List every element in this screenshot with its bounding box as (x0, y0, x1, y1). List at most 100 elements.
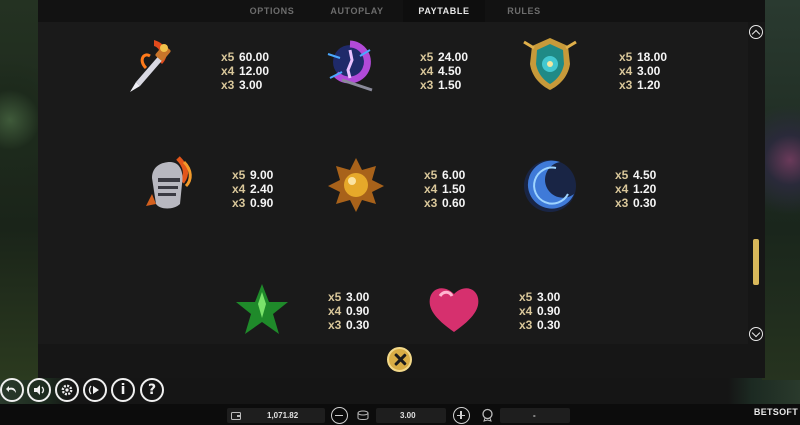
payout-value: 60.00 (239, 50, 270, 64)
info-button[interactable]: i (111, 378, 135, 402)
increase-bet-button[interactable] (453, 407, 470, 424)
paytable-entry-pays: x5 3.00 x4 0.90 x3 0.30 (328, 290, 408, 332)
win-value: - (533, 411, 536, 420)
payout-value: 18.00 (637, 50, 668, 64)
payout-value: 12.00 (239, 64, 270, 78)
close-button[interactable] (387, 347, 412, 372)
gold-sun-gem-icon (326, 154, 386, 214)
paytable-entry-pays: x5 3.00 x4 0.90 x3 0.30 (519, 290, 599, 332)
multiplier-label: x4 (519, 304, 533, 318)
green-star-gem-icon (232, 280, 292, 340)
sound-icon (34, 385, 45, 395)
multiplier-label: x5 (615, 168, 629, 182)
help-icon: ? (147, 382, 157, 398)
bottom-bar: 1,071.82 3.00 - BETSOFT (0, 404, 800, 425)
multiplier-label: x4 (619, 64, 633, 78)
blue-moon-gem-icon (520, 154, 580, 214)
multiplier-label: x3 (424, 196, 438, 210)
autoplay-icon (88, 385, 99, 395)
paytable-entry-pays: x5 9.00 x4 2.40 x3 0.90 (232, 168, 312, 210)
scroll-up-button[interactable] (749, 25, 763, 39)
multiplier-label: x5 (221, 50, 235, 64)
payout-value: 1.50 (438, 78, 462, 92)
tab-bar: OPTIONS AUTOPLAY PAYTABLE RULES (38, 0, 765, 22)
payout-value: 1.20 (637, 78, 661, 92)
settings-button[interactable] (55, 378, 79, 402)
payout-value: 3.00 (637, 64, 661, 78)
multiplier-label: x5 (420, 50, 434, 64)
balance-display: 1,071.82 (227, 408, 325, 423)
knight-helmet-icon (138, 154, 198, 214)
paytable-entry-pays: x5 4.50 x4 1.20 x3 0.30 (615, 168, 695, 210)
multiplier-label: x3 (519, 318, 533, 332)
multiplier-label: x5 (424, 168, 438, 182)
pink-heart-gem-icon (424, 278, 484, 338)
multiplier-label: x4 (221, 64, 235, 78)
paytable-content: x5 60.00 x4 12.00 x3 3.00 x5 24.00 x4 4.50 x3… (38, 22, 748, 344)
bet-value: 3.00 (400, 411, 416, 420)
balance-value: 1,071.82 (267, 411, 299, 420)
payout-value: 3.00 (537, 290, 561, 304)
tab-paytable[interactable]: PAYTABLE (403, 0, 485, 22)
multiplier-label: x3 (232, 196, 246, 210)
multiplier-label: x4 (328, 304, 342, 318)
payout-value: 0.90 (346, 304, 370, 318)
background-art-right (762, 0, 800, 380)
multiplier-label: x3 (328, 318, 342, 332)
multiplier-label: x5 (519, 290, 533, 304)
trophy-icon (482, 408, 493, 422)
multiplier-label: x5 (619, 50, 633, 64)
payout-value: 0.60 (442, 196, 466, 210)
help-button[interactable]: ? (140, 378, 164, 402)
paytable-scrollbar[interactable] (748, 22, 765, 344)
paytable-entry-pays: x5 60.00 x4 12.00 x3 3.00 (221, 50, 301, 92)
payout-value: 0.30 (346, 318, 370, 332)
paytable-entry-pays: x5 24.00 x4 4.50 x3 1.50 (420, 50, 500, 92)
scroll-thumb[interactable] (753, 238, 759, 285)
multiplier-label: x3 (221, 78, 235, 92)
multiplier-label: x4 (232, 182, 246, 196)
multiplier-label: x5 (328, 290, 342, 304)
payout-value: 4.50 (633, 168, 657, 182)
win-display: - (500, 408, 570, 423)
tab-autoplay[interactable]: AUTOPLAY (311, 0, 403, 22)
bet-display: 3.00 (376, 408, 446, 423)
flaming-dagger-icon (118, 34, 178, 94)
paytable-entry-pays: x5 18.00 x4 3.00 x3 1.20 (619, 50, 699, 92)
payout-value: 0.90 (250, 196, 274, 210)
multiplier-label: x5 (232, 168, 246, 182)
back-icon (6, 386, 16, 393)
payout-value: 3.00 (346, 290, 370, 304)
brand-logo: BETSOFT (753, 407, 798, 417)
sound-button[interactable] (27, 378, 51, 402)
payout-value: 0.30 (537, 318, 561, 332)
decrease-bet-button[interactable] (331, 407, 348, 424)
multiplier-label: x4 (424, 182, 438, 196)
payout-value: 9.00 (250, 168, 274, 182)
settings-icon (61, 384, 73, 396)
autoplay-button[interactable] (83, 378, 107, 402)
wallet-icon (231, 412, 241, 420)
coins-icon (357, 410, 369, 420)
background-art-left (0, 0, 38, 380)
purple-amulet-icon (320, 34, 380, 94)
payout-value: 0.30 (633, 196, 657, 210)
scroll-down-button[interactable] (749, 327, 763, 341)
payout-value: 4.50 (438, 64, 462, 78)
back-button[interactable] (0, 378, 24, 402)
tab-options[interactable]: OPTIONS (233, 0, 311, 22)
multiplier-label: x3 (619, 78, 633, 92)
paytable-entry-pays: x5 6.00 x4 1.50 x3 0.60 (424, 168, 504, 210)
info-icon: i (120, 382, 126, 398)
payout-value: 6.00 (442, 168, 466, 182)
shield-crest-icon (520, 34, 580, 94)
menu-panel: OPTIONS AUTOPLAY PAYTABLE RULES x5 60.00 … (38, 0, 765, 378)
payout-value: 1.20 (633, 182, 657, 196)
tab-rules[interactable]: RULES (485, 0, 563, 22)
payout-value: 24.00 (438, 50, 469, 64)
multiplier-label: x4 (615, 182, 629, 196)
multiplier-label: x3 (420, 78, 434, 92)
payout-value: 1.50 (442, 182, 466, 196)
multiplier-label: x4 (420, 64, 434, 78)
payout-value: 0.90 (537, 304, 561, 318)
